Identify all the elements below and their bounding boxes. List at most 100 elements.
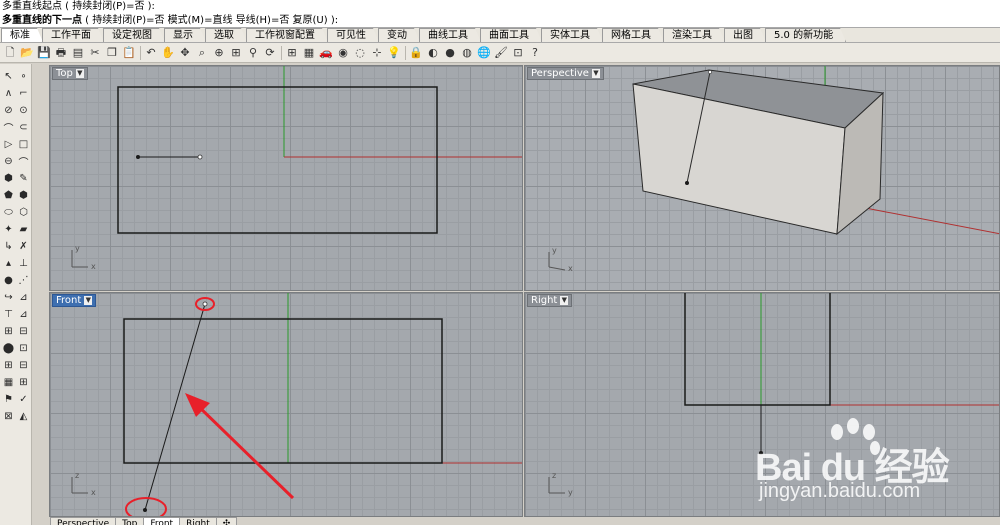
tab-10[interactable]: 实体工具 [541,28,603,42]
command-tool-icon[interactable]: ⊡ [16,341,31,356]
layers-panel-icon[interactable]: ▦ [301,45,317,61]
tab-7[interactable]: 变动 [378,28,420,42]
command-tool-icon[interactable]: ⬢ [1,171,16,186]
command-tool-icon[interactable]: ⊞ [1,324,16,339]
print-icon[interactable]: 🖶 [53,45,69,61]
command-tool-icon[interactable]: ⊘ [1,103,16,118]
command-tool-icon[interactable]: ⊖ [1,154,16,169]
grid-snap-icon[interactable]: ⊡ [510,45,526,61]
sphere-render-icon[interactable]: ● [442,45,458,61]
tab-0[interactable]: 标准 [1,28,43,42]
cut-icon[interactable]: ✂ [87,45,103,61]
tab-5[interactable]: 工作视窗配置 [246,28,328,42]
command-tool-icon[interactable]: ▰ [16,222,31,237]
snap-icon[interactable]: ⊹ [369,45,385,61]
command-tool-icon[interactable]: ▦ [1,375,16,390]
command-tool-icon[interactable]: ✦ [1,222,16,237]
viewport-top[interactable]: Top ▼ y x [49,65,523,291]
command-tool-icon[interactable]: ↳ [1,239,16,254]
command-prompt[interactable]: 多重直线的下一点 ( 持续封闭(P)=否 模式(M)=直线 导线(H)=否 复原… [0,14,1000,28]
viewport-title-perspective[interactable]: Perspective ▼ [527,67,604,80]
zoom-selected-icon[interactable]: ⚲ [245,45,261,61]
zoom-dynamic-icon[interactable]: ⊕ [211,45,227,61]
viewport-tab-0[interactable]: Perspective [50,517,117,525]
command-tool-icon[interactable]: ⌒ [16,154,31,169]
command-tool-icon[interactable]: ◭ [16,409,31,424]
save-icon[interactable]: 💾 [36,45,52,61]
viewport-title-right[interactable]: Right ▼ [527,294,573,307]
command-tool-icon[interactable]: ↖ [1,69,16,84]
viewport-title-top[interactable]: Top ▼ [52,67,88,80]
tab-12[interactable]: 渲染工具 [663,28,725,42]
command-tool-icon[interactable]: ⊤ [1,307,16,322]
tab-6[interactable]: 可见性 [327,28,379,42]
open-file-icon[interactable]: 📂 [19,45,35,61]
command-prompt-options[interactable]: ( 持续封闭(P)=否 模式(M)=直线 导线(H)=否 复原(U) ): [82,15,338,26]
paste-icon[interactable]: 📋 [121,45,137,61]
paint-bucket-icon[interactable]: 🖌 [493,45,509,61]
command-tool-icon[interactable]: ↪ [1,290,16,305]
command-tool-icon[interactable]: ⬡ [16,205,31,220]
command-tool-icon[interactable]: ⌐ [16,86,31,101]
tab-13[interactable]: 出图 [724,28,766,42]
command-tool-icon[interactable]: ⊙ [16,103,31,118]
command-tool-icon[interactable]: ✓ [16,392,31,407]
four-viewports-icon[interactable]: ⊞ [284,45,300,61]
viewport-right[interactable]: Right ▼ z y [524,292,1000,517]
move-icon[interactable]: ✥ [177,45,193,61]
pan-icon[interactable]: ✋ [160,45,176,61]
command-tool-icon[interactable]: ⬤ [1,341,16,356]
zoom-extents-icon[interactable]: ⊞ [228,45,244,61]
rotate-view-icon[interactable]: ⟳ [262,45,278,61]
help-icon[interactable]: ? [527,45,543,61]
command-tool-icon[interactable]: ⊟ [16,358,31,373]
viewport-tab-3[interactable]: Right [179,517,217,525]
chevron-down-icon[interactable]: ▼ [75,69,84,78]
command-tool-icon[interactable]: □ [16,137,31,152]
properties-icon[interactable]: ▤ [70,45,86,61]
viewport-tab-4[interactable]: ✣ [215,517,238,525]
light-bulb-icon[interactable]: 💡 [386,45,402,61]
tab-3[interactable]: 显示 [164,28,206,42]
viewport-tab-1[interactable]: Top [115,517,145,525]
chevron-down-icon[interactable]: ▼ [560,296,569,305]
blue-globe-icon[interactable]: 🌐 [476,45,492,61]
viewport-front[interactable]: Front ▼ z x [49,292,523,517]
tab-9[interactable]: 曲面工具 [480,28,542,42]
command-tool-icon[interactable]: ⌒ [1,120,16,135]
viewport-tab-2[interactable]: Front [143,517,181,525]
command-tool-icon[interactable]: ✗ [16,239,31,254]
command-tool-icon[interactable]: ⋰ [16,273,31,288]
render-preview-icon[interactable]: ◉ [335,45,351,61]
command-tool-icon[interactable]: ● [1,273,16,288]
new-file-icon[interactable]: 🗋 [2,45,18,61]
command-tool-icon[interactable]: ⊟ [16,324,31,339]
circle-dashed-icon[interactable]: ◌ [352,45,368,61]
chevron-down-icon[interactable]: ▼ [84,296,93,305]
command-tool-icon[interactable]: ⊠ [1,409,16,424]
tab-14[interactable]: 5.0 的新功能 [765,28,846,42]
command-tool-icon[interactable]: ⊞ [16,375,31,390]
ball-shaded-icon[interactable]: ◍ [459,45,475,61]
command-tool-icon[interactable]: ∘ [16,69,31,84]
zoom-window-icon[interactable]: ⌕ [194,45,210,61]
viewport-title-front[interactable]: Front ▼ [52,294,97,307]
viewport-perspective[interactable]: Perspective ▼ y x [524,65,1000,291]
command-tool-icon[interactable]: ⬢ [16,188,31,203]
command-tool-icon[interactable]: ⊥ [16,256,31,271]
lock-icon[interactable]: 🔒 [408,45,424,61]
tab-8[interactable]: 曲线工具 [419,28,481,42]
command-tool-icon[interactable]: ⊞ [1,358,16,373]
command-tool-icon[interactable]: ∧ [1,86,16,101]
command-tool-icon[interactable]: ⚑ [1,392,16,407]
tab-2[interactable]: 设定视图 [103,28,165,42]
tab-11[interactable]: 网格工具 [602,28,664,42]
tab-4[interactable]: 选取 [205,28,247,42]
chevron-down-icon[interactable]: ▼ [591,69,600,78]
command-tool-icon[interactable]: ⊿ [16,307,31,322]
copy-icon[interactable]: ❐ [104,45,120,61]
command-tool-icon[interactable]: ▷ [1,137,16,152]
command-tool-icon[interactable]: ▴ [1,256,16,271]
command-tool-icon[interactable]: ⊿ [16,290,31,305]
color-wheel-icon[interactable]: ◐ [425,45,441,61]
